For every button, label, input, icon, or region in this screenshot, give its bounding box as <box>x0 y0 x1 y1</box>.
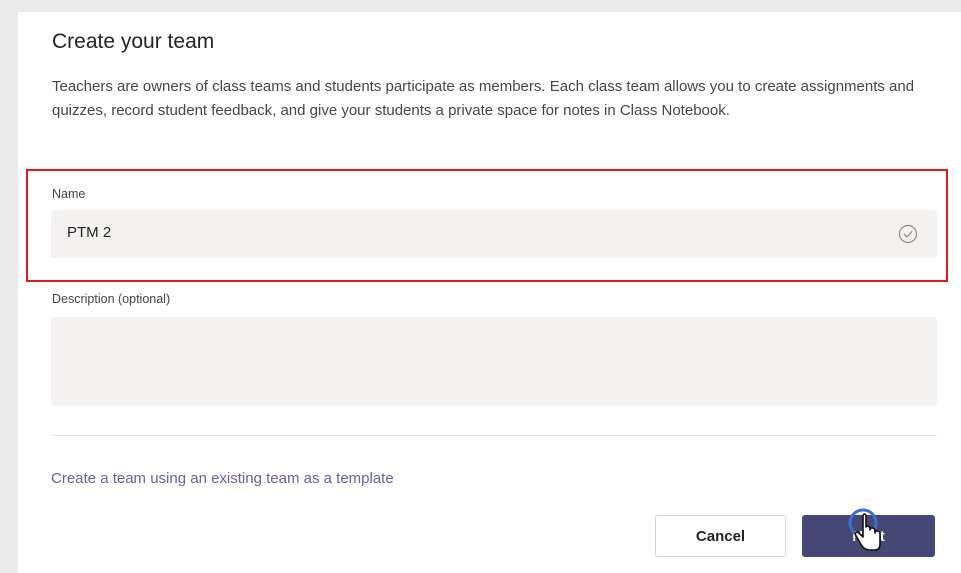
name-input-value: PTM 2 <box>67 224 112 241</box>
description-label: Description (optional) <box>52 292 171 306</box>
create-team-dialog: Create your team Teachers are owners of … <box>18 12 961 573</box>
template-link[interactable]: Create a team using an existing team as … <box>51 470 394 487</box>
dialog-title: Create your team <box>52 30 215 53</box>
name-input[interactable]: PTM 2 <box>51 210 937 258</box>
next-button[interactable]: Next <box>802 515 935 557</box>
check-circle-icon <box>898 224 918 244</box>
cancel-button[interactable]: Cancel <box>655 515 786 557</box>
description-input[interactable] <box>51 317 937 406</box>
divider <box>51 435 937 436</box>
dialog-description: Teachers are owners of class teams and s… <box>52 78 915 119</box>
name-label: Name <box>52 187 86 201</box>
